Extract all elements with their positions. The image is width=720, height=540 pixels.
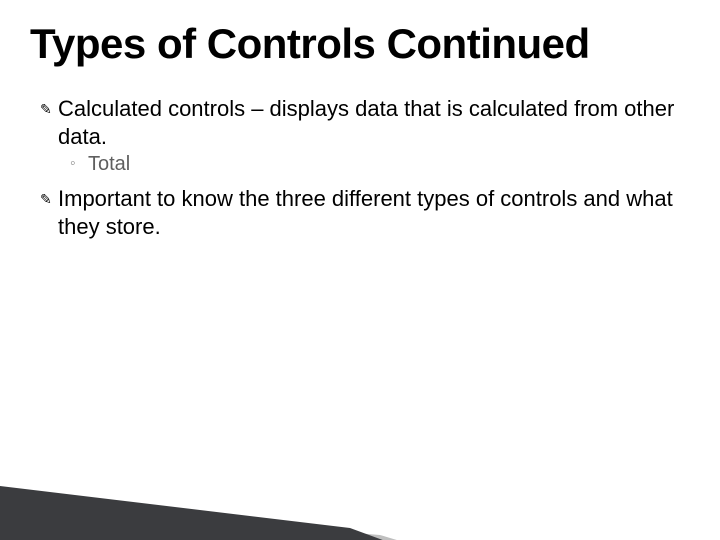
slide-title: Types of Controls Continued bbox=[30, 20, 590, 68]
sub-bullet-item: ◦ Total bbox=[70, 152, 680, 177]
bullet-text: Important to know the three different ty… bbox=[58, 185, 680, 240]
bullet-text: Calculated controls – displays data that… bbox=[58, 95, 680, 150]
circle-icon: ◦ bbox=[70, 152, 88, 176]
pencil-icon: ✎ bbox=[40, 95, 58, 123]
bullet-item: ✎ Calculated controls – displays data th… bbox=[40, 95, 680, 150]
sub-bullet-text: Total bbox=[88, 152, 680, 177]
slide-body: ✎ Calculated controls – displays data th… bbox=[40, 95, 680, 242]
bullet-item: ✎ Important to know the three different … bbox=[40, 185, 680, 240]
pencil-icon: ✎ bbox=[40, 185, 58, 213]
slide: Types of Controls Continued ✎ Calculated… bbox=[0, 0, 720, 540]
corner-accent-shape bbox=[0, 480, 430, 540]
